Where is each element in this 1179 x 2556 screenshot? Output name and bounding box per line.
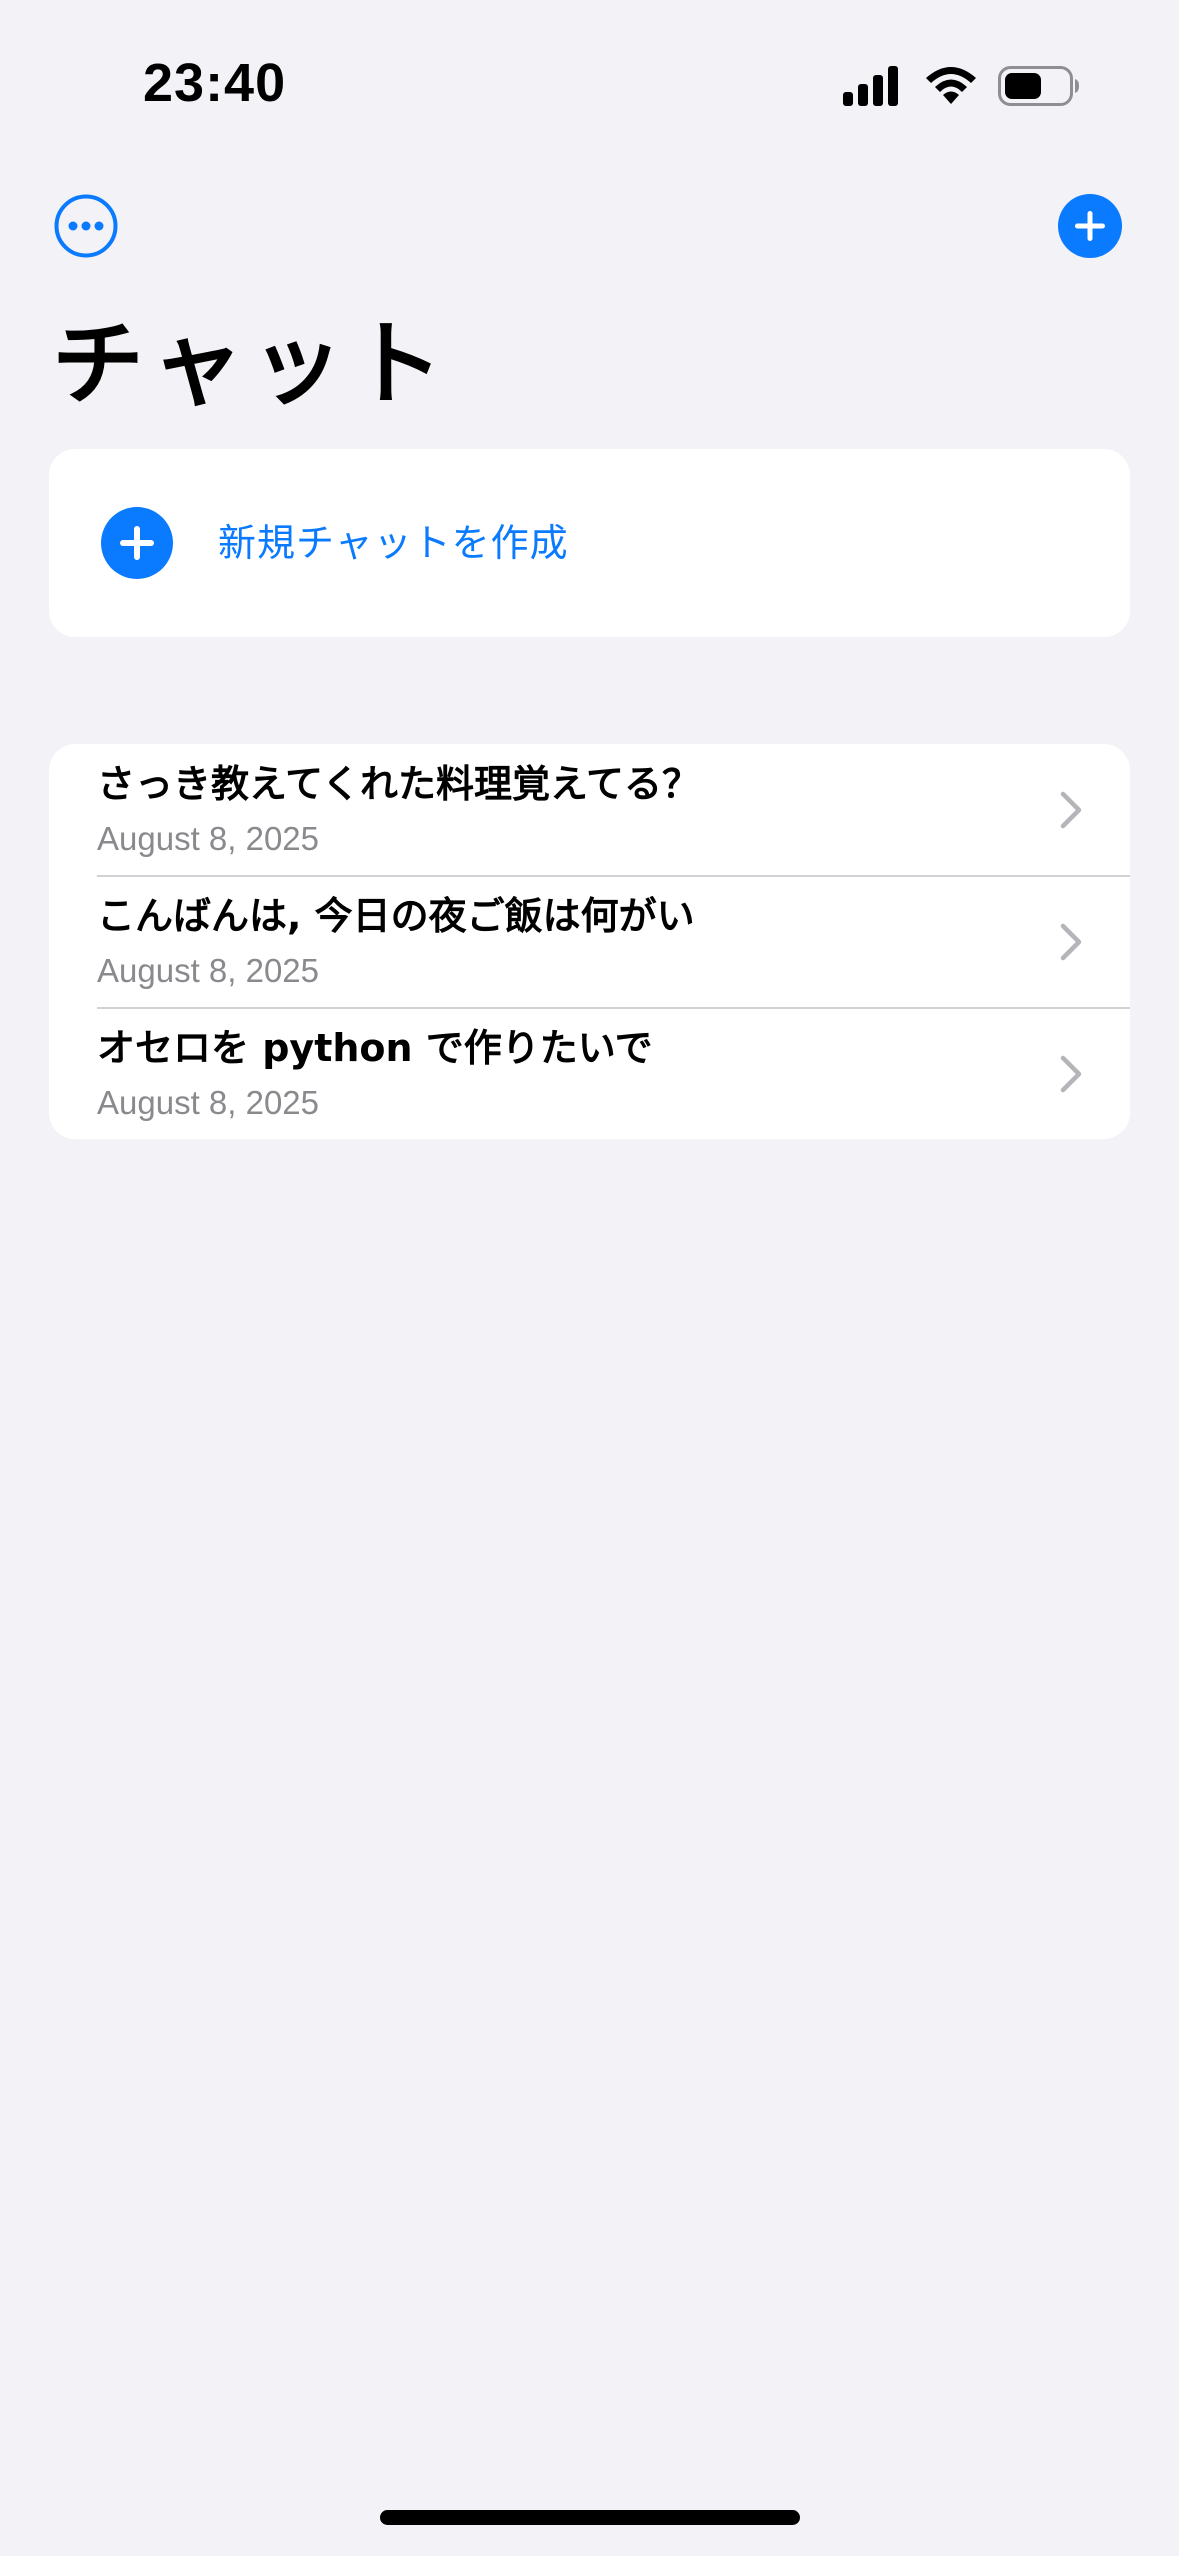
status-time: 23:40 [143, 53, 287, 113]
home-indicator[interactable] [380, 2510, 800, 2525]
chat-title: こんばんは, 今日の夜ご飯は何がい [97, 894, 695, 938]
battery-icon [998, 66, 1079, 106]
chevron-right-icon [1060, 791, 1082, 829]
new-chat-label: 新規チャットを作成 [218, 521, 569, 565]
status-icons [843, 62, 1083, 112]
chat-list-item[interactable]: オセロを python で作りたいで August 8, 2025 [49, 1008, 1130, 1139]
plus-circle-fill-icon [1058, 194, 1122, 258]
wifi-icon [926, 67, 976, 104]
new-chat-button[interactable]: 新規チャットを作成 [49, 449, 1130, 637]
chat-date: August 8, 2025 [97, 952, 320, 989]
chat-date: August 8, 2025 [97, 1084, 320, 1121]
more-options-button[interactable] [54, 194, 118, 258]
chat-title: オセロを python で作りたいで [97, 1026, 653, 1070]
ellipsis-circle-icon [54, 194, 118, 258]
chevron-right-icon [1060, 1055, 1082, 1093]
cellular-signal-icon [843, 66, 898, 106]
add-chat-button[interactable] [1058, 194, 1122, 258]
chat-list-item[interactable]: こんばんは, 今日の夜ご飯は何がい August 8, 2025 [49, 876, 1130, 1007]
page-title: チャット [52, 311, 452, 418]
chat-date: August 8, 2025 [97, 820, 320, 857]
plus-circle-fill-icon [101, 507, 173, 579]
chevron-right-icon [1060, 923, 1082, 961]
chat-list-item[interactable]: さっき教えてくれた料理覚えてる？ August 8, 2025 [49, 744, 1130, 875]
chat-title: さっき教えてくれた料理覚えてる？ [97, 762, 701, 806]
chat-list: さっき教えてくれた料理覚えてる？ August 8, 2025 こんばんは, 今… [49, 744, 1130, 1139]
